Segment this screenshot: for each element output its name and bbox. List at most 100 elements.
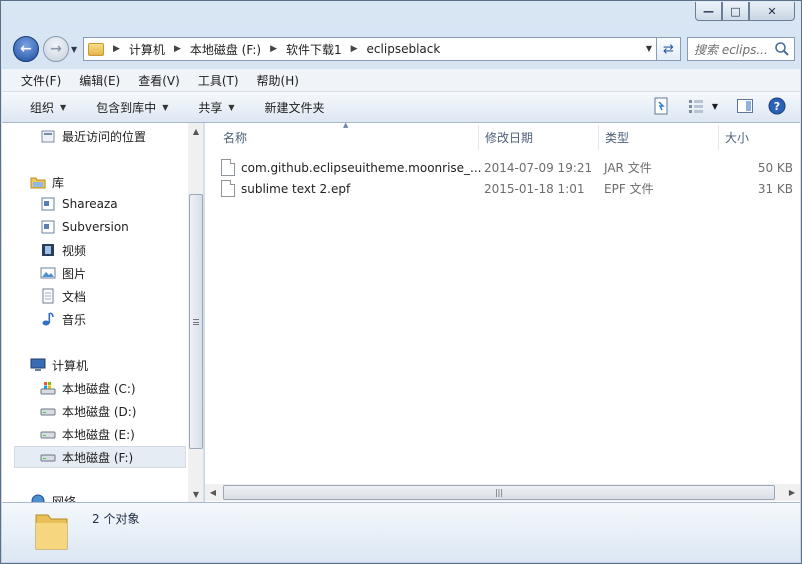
menu-tools[interactable]: 工具(T): [189, 72, 248, 89]
file-icon: [221, 180, 235, 197]
nav-drive-f[interactable]: 本地磁盘 (F:): [14, 446, 186, 468]
folder-icon: [88, 42, 104, 56]
navigation-row: ← → ▼ ▶ 计算机 ▶ 本地磁盘 (F:) ▶ 软件下载1 ▶ eclips…: [9, 34, 795, 64]
new-folder-button[interactable]: 新建文件夹: [255, 99, 335, 116]
recent-pages-dropdown[interactable]: ▼: [71, 45, 77, 54]
system-drive-icon: [40, 380, 56, 396]
nav-lib-subversion[interactable]: Subversion: [40, 216, 190, 238]
close-button[interactable]: ✕: [749, 2, 795, 21]
chevron-down-icon: ▼: [711, 101, 719, 111]
minimize-icon: —: [703, 4, 714, 18]
chevron-down-icon: ▼: [162, 102, 169, 112]
search-icon[interactable]: [774, 41, 790, 57]
scroll-right-icon[interactable]: ▶: [784, 484, 800, 501]
menu-file[interactable]: 文件(F): [12, 72, 70, 89]
address-bar[interactable]: ▶ 计算机 ▶ 本地磁盘 (F:) ▶ 软件下载1 ▶ eclipseblack…: [83, 37, 657, 61]
forward-button[interactable]: →: [43, 36, 69, 62]
breadcrumb-eclipseblack[interactable]: eclipseblack: [367, 42, 441, 56]
back-arrow-icon: ←: [20, 41, 32, 57]
nav-drive-c-label: 本地磁盘 (C:): [62, 381, 136, 396]
nav-recent-places[interactable]: 最近访问的位置: [40, 125, 190, 147]
share-button[interactable]: 共享 ▼: [188, 99, 244, 116]
scroll-up-icon[interactable]: ▲: [188, 123, 203, 139]
breadcrumb-drive-f[interactable]: 本地磁盘 (F:): [190, 41, 261, 58]
navigation-scroll-thumb[interactable]: [189, 194, 203, 449]
nav-drive-c[interactable]: 本地磁盘 (C:): [40, 377, 190, 399]
column-size[interactable]: 大小: [719, 125, 789, 150]
svg-text:?: ?: [774, 100, 780, 113]
library-folder-icon: [30, 174, 46, 190]
organize-button[interactable]: 组织 ▼: [20, 99, 76, 116]
share-label: 共享: [198, 100, 223, 115]
chevron-right-icon[interactable]: ▶: [351, 44, 358, 54]
include-library-button[interactable]: 包含到库中 ▼: [86, 99, 178, 116]
search-placeholder: 搜索 eclips...: [694, 42, 768, 57]
nav-drive-d-label: 本地磁盘 (D:): [62, 404, 137, 419]
search-input[interactable]: 搜索 eclips...: [687, 37, 795, 61]
nav-computer-label: 计算机: [52, 358, 89, 373]
file-list-hscroll-thumb[interactable]: |||: [223, 485, 775, 500]
column-type[interactable]: 类型: [599, 125, 719, 150]
file-name: sublime text 2.epf: [241, 181, 351, 196]
nav-lib-videos-label: 视频: [62, 243, 87, 258]
nav-recent-places-label: 最近访问的位置: [62, 129, 147, 144]
menu-view[interactable]: 查看(V): [129, 72, 189, 89]
nav-lib-videos[interactable]: 视频: [40, 239, 190, 261]
help-button[interactable]: ?: [768, 97, 786, 115]
nav-network[interactable]: 网络: [30, 490, 190, 502]
nav-lib-music[interactable]: 音乐: [40, 308, 190, 330]
nav-libraries[interactable]: 库: [30, 171, 190, 193]
chevron-down-icon: ▼: [60, 102, 67, 112]
preview-file-button[interactable]: [652, 97, 670, 115]
breadcrumb-computer[interactable]: 计算机: [129, 41, 165, 58]
music-note-icon: [40, 311, 56, 327]
file-size: 31 KB: [757, 181, 793, 196]
scroll-down-icon[interactable]: ▼: [188, 486, 203, 502]
file-type: EPF 文件: [604, 182, 654, 196]
menu-bar: 文件(F) 编辑(E) 查看(V) 工具(T) 帮助(H): [2, 69, 800, 92]
refresh-icon: ⇄: [663, 41, 674, 57]
breadcrumb-downloads[interactable]: 软件下载1: [286, 41, 342, 58]
file-row[interactable]: sublime text 2.epf 2015-01-18 1:01 EPF 文…: [221, 178, 793, 199]
navigation-scrollbar[interactable]: ▲ ▼: [188, 123, 203, 502]
preview-pane-icon: [737, 99, 753, 113]
nav-drive-f-label: 本地磁盘 (F:): [62, 450, 134, 465]
caption-buttons: — □ ✕: [695, 2, 795, 21]
menu-help[interactable]: 帮助(H): [248, 72, 308, 89]
column-name[interactable]: 名称: [205, 125, 479, 150]
menu-edit[interactable]: 编辑(E): [70, 72, 129, 89]
nav-lib-documents[interactable]: 文档: [40, 285, 190, 307]
nav-network-label: 网络: [52, 494, 77, 503]
navigation-pane: 最近访问的位置 库 Shareaza Subversion 视频 图片 文档 音…: [2, 123, 204, 502]
chevron-right-icon[interactable]: ▶: [174, 44, 181, 54]
recent-places-icon: [40, 128, 56, 144]
nav-lib-documents-label: 文档: [62, 289, 87, 304]
nav-lib-pictures-label: 图片: [62, 266, 87, 281]
nav-lib-shareaza[interactable]: Shareaza: [40, 193, 190, 215]
nav-lib-pictures[interactable]: 图片: [40, 262, 190, 284]
file-row[interactable]: com.github.eclipseuitheme.moonrise_... 2…: [221, 157, 793, 178]
column-headers: ▲ 名称 修改日期 类型 大小: [205, 121, 800, 150]
picture-icon: [40, 265, 56, 281]
forward-arrow-icon: →: [50, 41, 62, 57]
change-view-button[interactable]: ▼: [684, 97, 722, 115]
back-button[interactable]: ←: [13, 36, 39, 62]
scroll-left-icon[interactable]: ◀: [205, 484, 221, 501]
nav-drive-e[interactable]: 本地磁盘 (E:): [40, 423, 190, 445]
hard-drive-icon: [40, 449, 56, 465]
nav-computer[interactable]: 计算机: [30, 354, 190, 376]
address-history-dropdown[interactable]: ▼: [646, 44, 652, 53]
file-list-hscrollbar[interactable]: ◀ ||| ▶: [205, 484, 800, 501]
hard-drive-icon: [40, 403, 56, 419]
refresh-button[interactable]: ⇄: [657, 37, 681, 61]
document-library-icon: [40, 219, 56, 235]
nav-drive-d[interactable]: 本地磁盘 (D:): [40, 400, 190, 422]
maximize-button[interactable]: □: [722, 2, 749, 21]
chevron-right-icon[interactable]: ▶: [113, 44, 120, 54]
nav-lib-music-label: 音乐: [62, 312, 87, 327]
preview-pane-button[interactable]: [736, 97, 754, 115]
chevron-right-icon[interactable]: ▶: [270, 44, 277, 54]
organize-label: 组织: [30, 100, 55, 115]
column-date[interactable]: 修改日期: [479, 125, 599, 150]
minimize-button[interactable]: —: [695, 2, 722, 21]
